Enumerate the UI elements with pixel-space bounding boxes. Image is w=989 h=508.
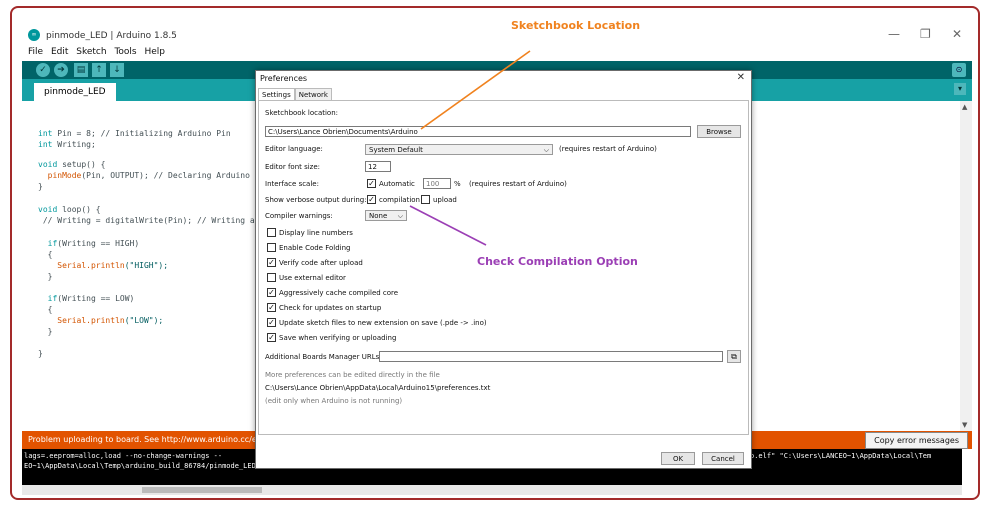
title-bar: ∞ pinmode_LED | Arduino 1.8.5 — ❐ ✕ <box>22 25 972 45</box>
code-line: } <box>38 327 53 336</box>
checkbox-label: Check for updates on startup <box>279 304 382 312</box>
display-line-numbers-checkbox[interactable] <box>267 228 276 237</box>
annotation-check-compilation: Check Compilation Option <box>477 255 638 268</box>
interface-scale-label: Interface scale: <box>265 180 319 188</box>
scroll-up-icon[interactable]: ▲ <box>962 103 967 111</box>
annotation-sketchbook-location: Sketchbook Location <box>511 19 641 32</box>
update-extension-checkbox[interactable]: ✓ <box>267 318 276 327</box>
scale-unit: % <box>454 180 461 188</box>
preferences-dialog: Preferences ✕ Settings Network Sketchbook… <box>255 70 752 469</box>
checkbox-label: Enable Code Folding <box>279 244 351 252</box>
cache-compiled-core-checkbox[interactable]: ✓ <box>267 288 276 297</box>
checkbox-label: Display line numbers <box>279 229 353 237</box>
arduino-logo-icon: ∞ <box>28 29 40 41</box>
checkbox-label: Aggressively cache compiled core <box>279 289 399 297</box>
checkbox-label: Verify code after upload <box>279 259 363 267</box>
check-updates-checkbox[interactable]: ✓ <box>267 303 276 312</box>
code-line: Serial.println("LOW"); <box>38 316 164 325</box>
tab-pinmode-led[interactable]: pinmode_LED <box>34 83 116 101</box>
verbose-compilation-label: compilation <box>379 196 420 204</box>
font-size-input[interactable]: 12 <box>365 161 391 172</box>
code-line: if(Writing == LOW) <box>38 294 135 303</box>
editor-language-label: Editor language: <box>265 145 323 153</box>
code-line: if(Writing == HIGH) <box>38 239 140 248</box>
error-message: Problem uploading to board. See http://w… <box>28 435 262 444</box>
code-line: } <box>38 182 43 191</box>
use-external-editor-checkbox[interactable] <box>267 273 276 282</box>
open-sketch-icon[interactable]: ↑ <box>92 63 106 77</box>
serial-monitor-icon[interactable]: ⊙ <box>952 63 966 77</box>
code-line: void loop() { <box>38 205 101 214</box>
verify-after-upload-checkbox[interactable]: ✓ <box>267 258 276 267</box>
chevron-down-icon: ⌵ <box>397 212 403 220</box>
verbose-compilation-checkbox[interactable]: ✓ <box>367 195 376 204</box>
code-line: void setup() { <box>38 160 106 169</box>
menu-help[interactable]: Help <box>145 47 166 57</box>
scroll-down-icon[interactable]: ▼ <box>962 421 967 429</box>
upload-icon[interactable]: ➔ <box>54 63 68 77</box>
checkbox-label: Use external editor <box>279 274 346 282</box>
verbose-upload-label: upload <box>433 196 457 204</box>
console-line-2: EO~1\AppData\Local\Temp\arduino_build_86… <box>24 462 290 470</box>
preferences-file-path[interactable]: C:\Users\Lance Obrien\AppData\Local\Ardu… <box>265 384 490 392</box>
maximize-button[interactable]: ❐ <box>920 27 931 41</box>
sketchbook-input[interactable]: C:\Users\Lance Obrien\Documents\Arduino <box>265 126 691 137</box>
minimize-button[interactable]: — <box>888 27 900 41</box>
ok-button[interactable]: OK <box>661 452 695 465</box>
copy-error-messages-button[interactable]: Copy error messages <box>865 432 968 449</box>
save-sketch-icon[interactable]: ↓ <box>110 63 124 77</box>
more-preferences-note: More preferences can be edited directly … <box>265 371 440 379</box>
browse-button[interactable]: Browse <box>697 125 741 138</box>
code-line: { <box>38 250 53 259</box>
enable-code-folding-checkbox[interactable] <box>267 243 276 252</box>
code-line: int Writing; <box>38 140 96 149</box>
tab-menu-icon[interactable]: ▾ <box>954 83 966 95</box>
sketchbook-label: Sketchbook location: <box>265 109 339 117</box>
menu-tools[interactable]: Tools <box>114 47 136 57</box>
code-line: Serial.println("HIGH"); <box>38 261 169 270</box>
edit-only-note: (edit only when Arduino is not running) <box>265 397 403 405</box>
automatic-scale-checkbox[interactable]: ✓ <box>367 179 376 188</box>
chevron-down-icon: ⌵ <box>543 146 549 154</box>
checkbox-label: Update sketch files to new extension on … <box>279 319 487 327</box>
new-sketch-icon[interactable]: ▤ <box>74 63 88 77</box>
code-line: } <box>38 272 53 281</box>
save-when-verifying-checkbox[interactable]: ✓ <box>267 333 276 342</box>
menu-sketch[interactable]: Sketch <box>76 47 106 57</box>
dialog-close-icon[interactable]: ✕ <box>737 72 745 83</box>
scrollbar-thumb[interactable] <box>142 487 262 493</box>
checkbox-label: Save when verifying or uploading <box>279 334 397 342</box>
cancel-button[interactable]: Cancel <box>702 452 744 465</box>
verbose-upload-checkbox[interactable] <box>421 195 430 204</box>
code-line: } <box>38 349 43 358</box>
boards-manager-label: Additional Boards Manager URLs: <box>265 353 382 361</box>
code-line: // Writing = digitalWrite(Pin); // Writi… <box>38 216 255 225</box>
menu-file[interactable]: File <box>28 47 43 57</box>
editor-language-select[interactable]: System Default ⌵ <box>365 144 553 155</box>
menu-edit[interactable]: Edit <box>51 47 68 57</box>
scale-percent-input[interactable]: 100 <box>423 178 451 189</box>
menu-bar: File Edit Sketch Tools Help <box>28 47 170 57</box>
compiler-warnings-select[interactable]: None ⌵ <box>365 210 407 221</box>
window-icon[interactable]: ⧉ <box>727 350 741 363</box>
scale-restart-note: (requires restart of Arduino) <box>469 180 567 188</box>
window-title: pinmode_LED | Arduino 1.8.5 <box>46 31 177 41</box>
code-line: { <box>38 305 53 314</box>
close-window-button[interactable]: ✕ <box>952 27 962 41</box>
console-line-1-left: lags=.eeprom=alloc,load --no-change-warn… <box>24 452 223 460</box>
boards-manager-input[interactable] <box>379 351 723 362</box>
verify-icon[interactable]: ✓ <box>36 63 50 77</box>
code-line: pinMode(Pin, OUTPUT); // Declaring Ardui… <box>38 171 250 180</box>
console-line-1-right: o.elf" "C:\Users\LANCEO~1\AppData\Local\… <box>750 452 932 460</box>
verbose-output-label: Show verbose output during: <box>265 196 367 204</box>
language-restart-note: (requires restart of Arduino) <box>559 145 657 153</box>
dialog-tabs: Settings Network <box>258 88 332 101</box>
console-horizontal-scrollbar[interactable] <box>22 485 962 495</box>
dialog-title: Preferences <box>260 74 308 83</box>
font-size-label: Editor font size: <box>265 163 321 171</box>
code-line: int Pin = 8; // Initializing Arduino Pin <box>38 129 231 138</box>
compiler-warnings-label: Compiler warnings: <box>265 212 333 220</box>
editor-vertical-scrollbar[interactable]: ▲ ▼ <box>960 101 972 431</box>
automatic-scale-label: Automatic <box>379 180 415 188</box>
